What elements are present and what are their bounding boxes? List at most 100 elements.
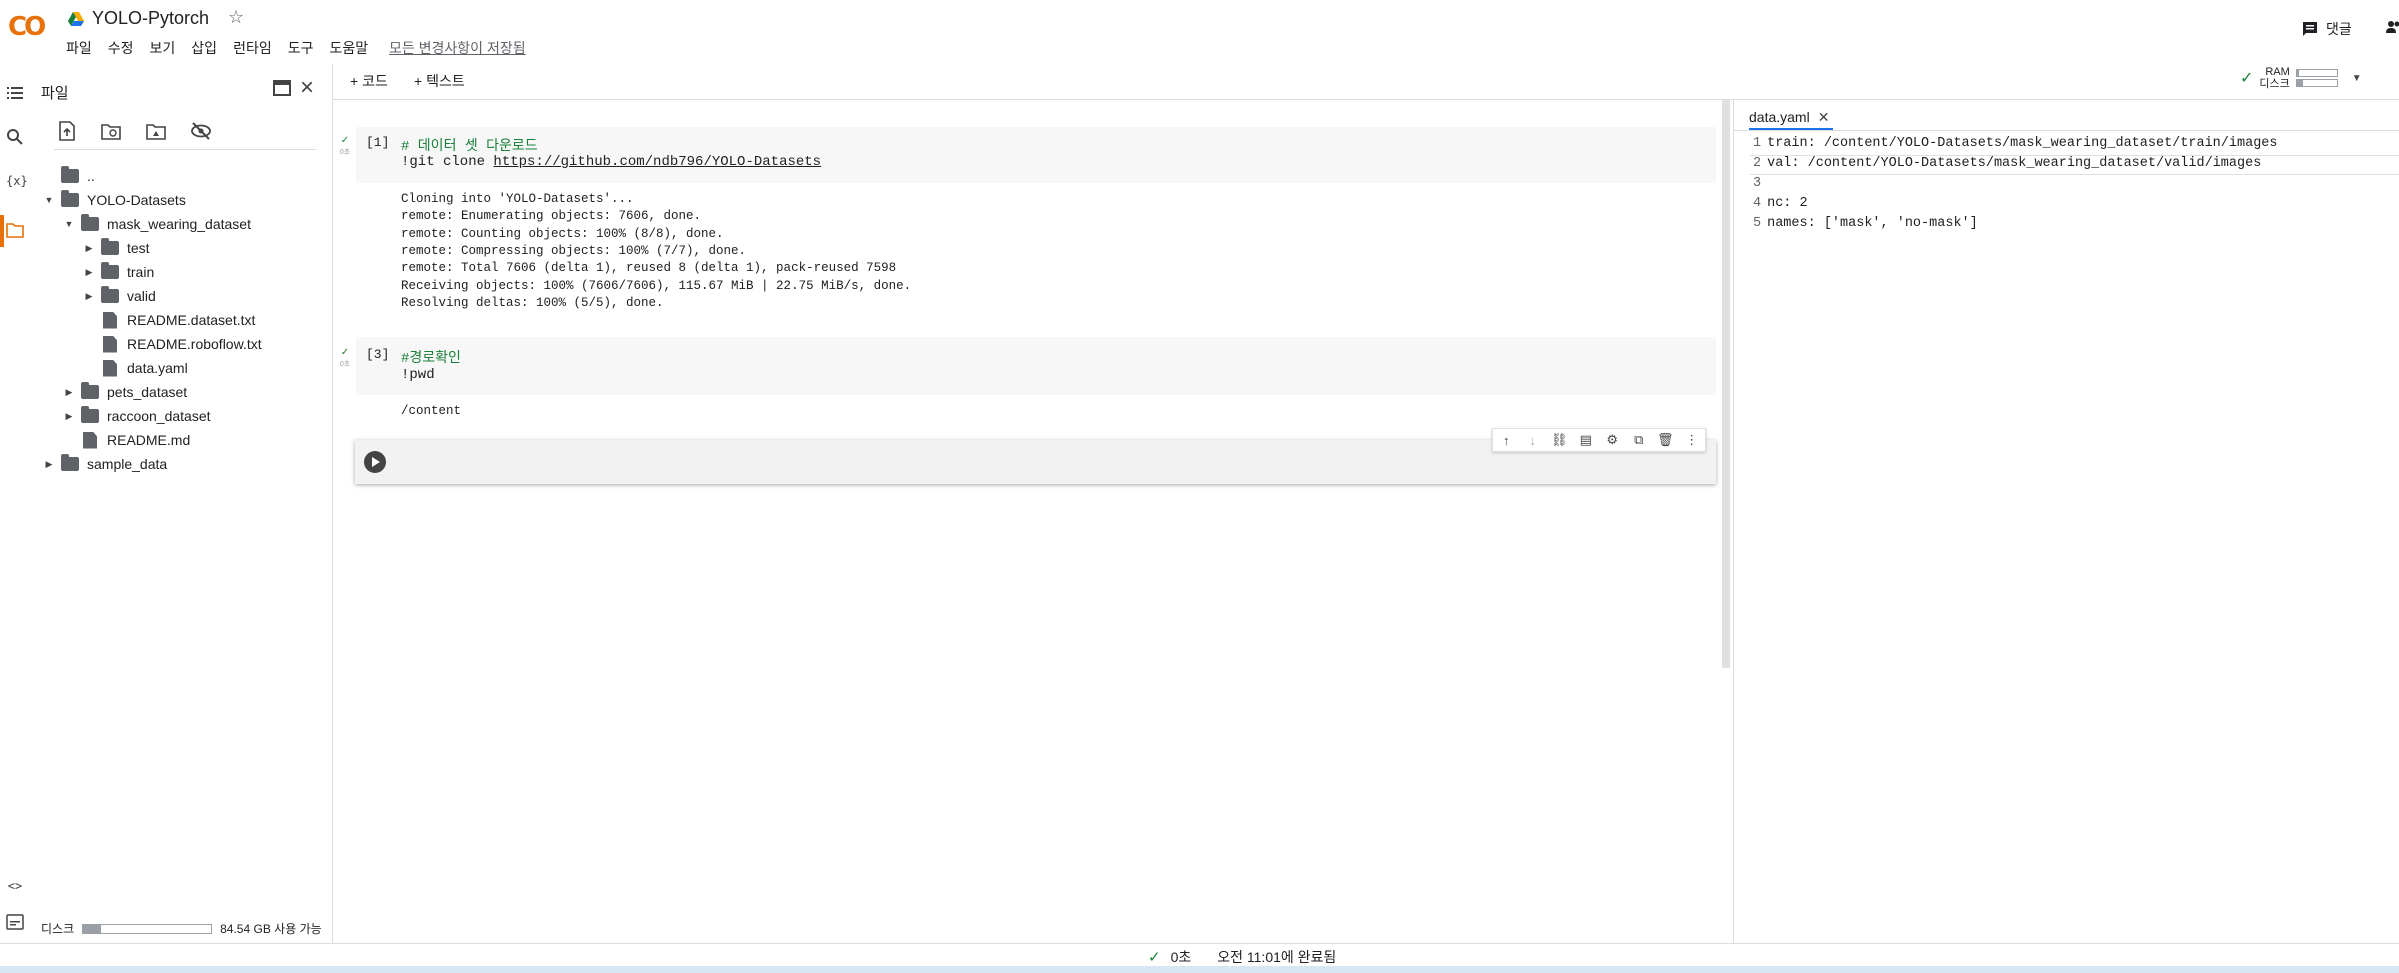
editor-line[interactable]: 4 nc: 2 bbox=[1753, 196, 1808, 211]
execution-status[interactable]: ✓ 0초 오전 11:01에 완료됨 bbox=[1148, 947, 1336, 967]
add-code-button[interactable]: + 코드 bbox=[350, 71, 388, 91]
cell-comment[interactable]: # 데이터 셋 다운로드 bbox=[401, 135, 538, 155]
editor-tab[interactable]: data.yaml ✕ bbox=[1749, 106, 1834, 130]
upload-file-icon[interactable] bbox=[56, 120, 78, 142]
code-snippets-icon[interactable]: <> bbox=[6, 879, 24, 897]
mount-drive-icon[interactable] bbox=[145, 120, 167, 142]
star-icon[interactable]: ☆ bbox=[228, 7, 244, 28]
comment-label: 댓글 bbox=[2326, 21, 2352, 37]
cell-code[interactable]: !pwd bbox=[401, 367, 435, 383]
exec-completed: 오전 11:01에 완료됨 bbox=[1217, 949, 1337, 965]
settings-gear-icon[interactable]: ⚙ bbox=[1602, 432, 1622, 448]
cell-comment[interactable]: #경로확인 bbox=[401, 347, 461, 367]
output-line: Resolving deltas: 100% (5/5), done. bbox=[401, 295, 664, 310]
file-tree-item[interactable]: ▼ mask_wearing_dataset bbox=[63, 212, 251, 236]
menu-edit[interactable]: 수정 bbox=[108, 38, 134, 58]
line-number: 4 bbox=[1753, 196, 1762, 211]
parent-folder-icon bbox=[61, 166, 79, 183]
file-tree-item[interactable]: ▶ train bbox=[83, 260, 154, 284]
disk-bar bbox=[2295, 79, 2338, 87]
search-icon[interactable] bbox=[6, 128, 24, 146]
notebook-title[interactable]: YOLO-Pytorch bbox=[92, 8, 209, 29]
file-tree-item[interactable]: ▶ pets_dataset bbox=[63, 380, 187, 404]
share-people-icon[interactable] bbox=[2386, 20, 2399, 34]
file-tree-item[interactable]: data.yaml bbox=[83, 356, 188, 380]
chevron-right-icon[interactable]: ▶ bbox=[83, 243, 95, 254]
resource-monitor[interactable]: ✓ RAM 디스크 ▼ bbox=[2240, 66, 2362, 90]
chevron-right-icon[interactable]: ▶ bbox=[83, 291, 95, 302]
save-status[interactable]: 모든 변경사항이 저장됨 bbox=[389, 38, 526, 58]
close-icon[interactable]: × bbox=[300, 74, 314, 102]
file-tree-item[interactable]: ▶ valid bbox=[83, 284, 156, 308]
file-tree-label: YOLO-Datasets bbox=[87, 192, 186, 208]
colab-logo[interactable]: CO bbox=[8, 12, 52, 44]
disk-usage: 디스크 84.54 GB 사용 가능 bbox=[41, 920, 322, 937]
chevron-right-icon[interactable]: ▶ bbox=[63, 387, 75, 398]
file-tree-item[interactable]: ▶ raccoon_dataset bbox=[63, 404, 211, 428]
file-toolbar bbox=[54, 118, 316, 150]
folder-icon bbox=[101, 262, 119, 279]
mirror-cell-icon[interactable]: ⧉ bbox=[1629, 432, 1649, 448]
file-tree-item[interactable]: README.dataset.txt bbox=[83, 308, 255, 332]
file-tree-item[interactable]: .. bbox=[43, 164, 95, 188]
file-tree-item[interactable]: ▶ test bbox=[83, 236, 150, 260]
output-line: remote: Total 7606 (delta 1), reused 8 (… bbox=[401, 261, 897, 276]
move-up-icon[interactable]: ↑ bbox=[1496, 433, 1516, 448]
editor-line[interactable]: 1 train: /content/YOLO-Datasets/mask_wear… bbox=[1753, 136, 2278, 151]
cell-toolbar: ↑ ↓ ⛓ ▤ ⚙ ⧉ 🗑 ⋮ bbox=[1492, 428, 1706, 452]
repo-link[interactable]: https://github.com/ndb796/YOLO-Datasets bbox=[493, 154, 821, 170]
menu-insert[interactable]: 삽입 bbox=[191, 38, 217, 58]
file-tree-item[interactable]: ▼ YOLO-Datasets bbox=[43, 188, 186, 212]
chevron-down-icon[interactable]: ▼ bbox=[2352, 73, 2362, 84]
chevron-right-icon[interactable]: ▶ bbox=[63, 411, 75, 422]
refresh-folder-icon[interactable] bbox=[100, 120, 122, 142]
command-palette-icon[interactable] bbox=[6, 913, 24, 931]
comment-button[interactable]: 댓글 bbox=[2302, 19, 2352, 39]
menu-file[interactable]: 파일 bbox=[66, 38, 92, 58]
menu-tools[interactable]: 도구 bbox=[288, 38, 314, 58]
left-rail: {x} <> bbox=[0, 64, 30, 943]
run-cell-button[interactable] bbox=[364, 451, 386, 473]
menu-runtime[interactable]: 런타임 bbox=[233, 38, 272, 58]
file-tree-label: pets_dataset bbox=[107, 384, 188, 400]
output-line: Cloning into 'YOLO-Datasets'... bbox=[401, 192, 634, 206]
drive-icon[interactable] bbox=[68, 12, 84, 26]
move-down-icon[interactable]: ↓ bbox=[1523, 433, 1543, 448]
variables-icon[interactable]: {x} bbox=[6, 174, 28, 192]
file-tree-label: README.roboflow.txt bbox=[127, 336, 262, 352]
file-tree-label: test bbox=[127, 240, 150, 256]
file-tree-item[interactable]: README.md bbox=[63, 428, 190, 452]
line-number: 3 bbox=[1753, 176, 1762, 191]
comment-icon[interactable]: ▤ bbox=[1576, 432, 1596, 448]
delete-icon[interactable]: 🗑 bbox=[1655, 432, 1675, 448]
files-folder-icon[interactable] bbox=[6, 221, 24, 239]
more-vert-icon[interactable]: ⋮ bbox=[1682, 432, 1702, 448]
editor-line[interactable]: 2 val: /content/YOLO-Datasets/mask_wearin… bbox=[1753, 156, 2261, 171]
chevron-down-icon[interactable]: ▼ bbox=[63, 219, 75, 229]
cell-code[interactable]: !git clone https://github.com/ndb796/YOL… bbox=[401, 154, 821, 170]
hide-hidden-files-icon[interactable] bbox=[190, 120, 212, 142]
add-text-button[interactable]: + 텍스트 bbox=[414, 71, 465, 91]
folder-icon bbox=[81, 406, 99, 423]
file-icon bbox=[103, 335, 117, 353]
chevron-right-icon[interactable]: ▶ bbox=[83, 267, 95, 278]
file-icon bbox=[83, 431, 97, 449]
file-tree-label: .. bbox=[87, 168, 95, 184]
open-in-tab-icon[interactable] bbox=[273, 80, 291, 96]
editor-line[interactable]: 3 bbox=[1753, 176, 1767, 191]
chevron-down-icon[interactable]: ▼ bbox=[43, 195, 55, 205]
close-icon[interactable]: ✕ bbox=[1818, 109, 1830, 126]
code-cell-2[interactable] bbox=[356, 337, 1716, 395]
file-tree-item[interactable]: ▶ sample_data bbox=[43, 452, 167, 476]
line-text: names: ['mask', 'no-mask'] bbox=[1767, 216, 1978, 231]
notebook-scrollbar[interactable] bbox=[1722, 100, 1730, 668]
file-tree-item[interactable]: README.roboflow.txt bbox=[83, 332, 262, 356]
menu-help[interactable]: 도움말 bbox=[329, 38, 368, 58]
notebook-toolbar bbox=[333, 64, 2399, 100]
chevron-right-icon[interactable]: ▶ bbox=[43, 459, 55, 470]
table-of-contents-icon[interactable] bbox=[6, 84, 24, 102]
link-icon[interactable]: ⛓ bbox=[1549, 432, 1569, 448]
disk-label: 디스크 bbox=[41, 922, 75, 936]
editor-line[interactable]: 5 names: ['mask', 'no-mask'] bbox=[1753, 216, 1978, 231]
menu-view[interactable]: 보기 bbox=[150, 38, 176, 58]
